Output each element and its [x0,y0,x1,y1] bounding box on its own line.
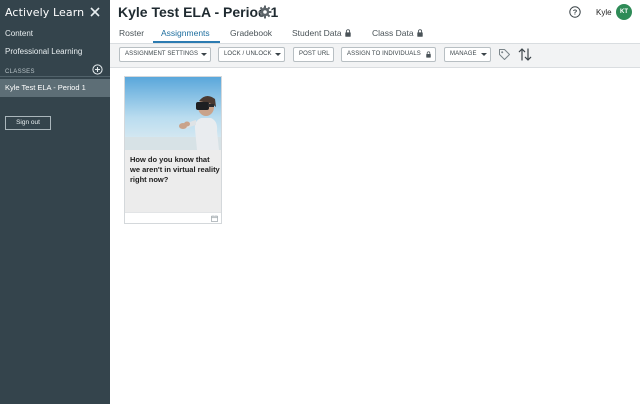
assignment-title: How do you know that we aren't in virtua… [130,155,220,184]
tab-student-data[interactable]: Student Data [292,28,351,38]
gear-icon[interactable] [258,5,272,19]
assignment-settings-button[interactable]: ASSIGNMENT SETTINGS [119,47,211,62]
chevron-down-icon [481,53,487,56]
tab-student-data-label: Student Data [292,28,342,38]
post-url-button[interactable]: POST URL [293,47,334,62]
chevron-down-icon [201,53,207,56]
calendar-icon[interactable] [211,215,218,222]
close-icon[interactable] [89,5,101,19]
sidebar: Actively Learn Content Professional Lear… [0,0,110,404]
sidebar-item-content[interactable]: Content [5,29,33,38]
lock-unlock-label: LOCK / UNLOCK [224,51,272,57]
manage-button[interactable]: MANAGE [444,47,491,62]
manage-label: MANAGE [450,51,477,57]
sidebar-item-active-class[interactable]: Kyle Test ELA - Period 1 [0,79,110,97]
lock-unlock-button[interactable]: LOCK / UNLOCK [218,47,285,62]
assignment-card-body: How do you know that we aren't in virtua… [125,150,221,212]
tag-icon[interactable] [498,48,511,61]
help-icon[interactable]: ? [569,6,581,18]
lock-icon [416,29,423,37]
tab-gradebook[interactable]: Gradebook [230,28,272,38]
page-title: Kyle Test ELA - Period 1 [118,4,279,20]
chevron-down-icon [275,53,281,56]
assign-to-individuals-button[interactable]: ASSIGN TO INDIVIDUALS [341,47,436,62]
assignment-card[interactable]: How do you know that we aren't in virtua… [124,76,222,224]
sort-icon[interactable] [518,47,532,62]
user-name[interactable]: Kyle [596,8,612,17]
tab-assignments[interactable]: Assignments [161,28,210,38]
sidebar-item-professional-learning[interactable]: Professional Learning [5,47,82,56]
lock-icon [426,51,431,58]
avatar[interactable]: KT [616,4,632,20]
tab-class-data-label: Class Data [372,28,414,38]
lock-icon [344,29,351,37]
assignment-thumbnail [125,77,221,150]
assignment-settings-label: ASSIGNMENT SETTINGS [125,51,199,57]
classes-heading: CLASSES [5,69,35,75]
sidebar-divider [0,76,110,77]
tab-roster[interactable]: Roster [119,28,144,38]
active-class-label: Kyle Test ELA - Period 1 [5,83,86,92]
assign-to-individuals-label: ASSIGN TO INDIVIDUALS [347,51,421,57]
assignment-card-footer [125,212,221,223]
brand-logo: Actively Learn [5,6,85,19]
post-url-label: POST URL [299,51,330,57]
tab-class-data[interactable]: Class Data [372,28,423,38]
add-class-icon[interactable] [92,64,103,75]
svg-text:?: ? [573,8,578,17]
sign-out-button[interactable]: Sign out [5,116,51,130]
